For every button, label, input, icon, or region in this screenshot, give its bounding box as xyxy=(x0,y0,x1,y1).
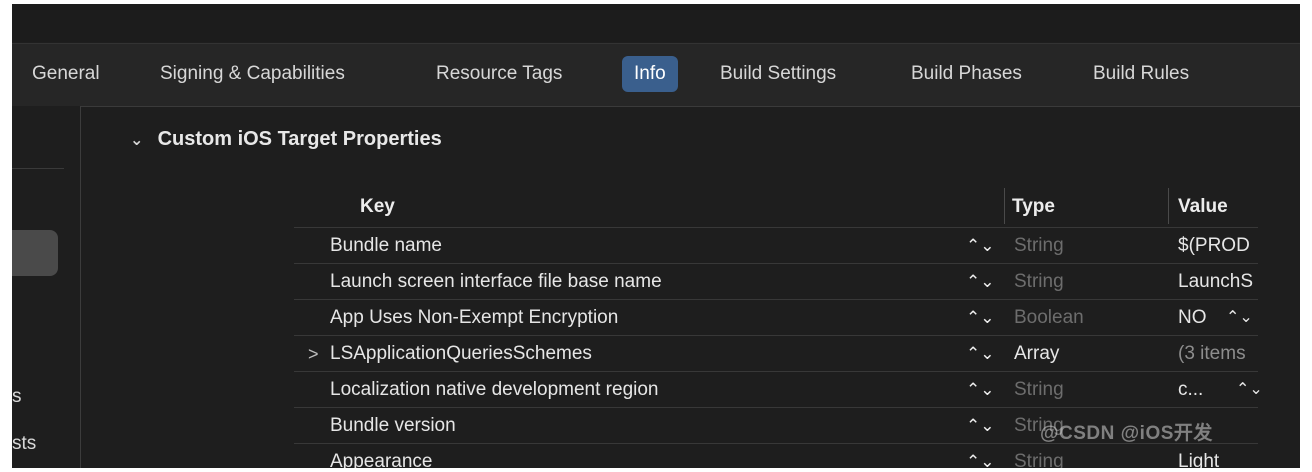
watermark: @CSDN @iOS开发 xyxy=(1040,423,1213,444)
xcode-window: General Signing & Capabilities Resource … xyxy=(12,4,1300,468)
column-header-value[interactable]: Value xyxy=(1178,190,1228,224)
stepper-icon[interactable]: ⌃⌄ xyxy=(966,264,995,300)
stepper-icon[interactable]: ⌃⌄ xyxy=(966,228,995,264)
chevron-down-icon[interactable]: ⌄ xyxy=(130,126,152,156)
stepper-icon[interactable]: ⌃⌄ xyxy=(966,444,995,468)
value-stepper-icon[interactable]: ⌃⌄ xyxy=(1226,300,1253,336)
row-type: String xyxy=(1014,271,1064,292)
column-separator[interactable] xyxy=(1168,188,1169,224)
value-stepper-icon[interactable]: ⌃⌄ xyxy=(1236,372,1263,408)
stepper-icon[interactable]: ⌃⌄ xyxy=(966,300,995,336)
row-type: String xyxy=(1014,379,1064,400)
section-custom-ios-target-properties[interactable]: ⌄ Custom iOS Target Properties xyxy=(130,124,442,154)
table-row[interactable]: Bundle name ⌃⌄ String $(PROD xyxy=(294,228,1300,264)
stepper-icon[interactable]: ⌃⌄ xyxy=(966,408,995,444)
table-row[interactable]: Localization native development region ⌃… xyxy=(294,372,1300,408)
sidebar-separator xyxy=(12,168,64,169)
chevron-right-icon[interactable]: > xyxy=(308,336,319,372)
editor-tab-bar: General Signing & Capabilities Resource … xyxy=(12,43,1300,107)
row-value[interactable]: Light xyxy=(1178,444,1258,468)
column-header-type[interactable]: Type xyxy=(1012,190,1055,224)
row-key[interactable]: App Uses Non-Exempt Encryption xyxy=(330,300,618,336)
table-row[interactable]: Launch screen interface file base name ⌃… xyxy=(294,264,1300,300)
tab-signing-capabilities[interactable]: Signing & Capabilities xyxy=(160,56,345,92)
row-key[interactable]: LSApplicationQueriesSchemes xyxy=(330,336,592,372)
sidebar-selected-item[interactable] xyxy=(12,230,58,276)
toolbar xyxy=(12,4,1300,42)
row-type: String xyxy=(1014,451,1064,468)
column-header-key[interactable]: Key xyxy=(360,190,395,224)
tab-resource-tags[interactable]: Resource Tags xyxy=(436,56,562,92)
targets-sidebar xyxy=(12,106,81,468)
row-key[interactable]: Appearance xyxy=(330,444,432,468)
section-title: Custom iOS Target Properties xyxy=(157,128,442,150)
tab-build-phases[interactable]: Build Phases xyxy=(911,56,1022,92)
tab-build-settings[interactable]: Build Settings xyxy=(720,56,836,92)
row-key[interactable]: Localization native development region xyxy=(330,372,659,408)
table-row[interactable]: App Uses Non-Exempt Encryption ⌃⌄ Boolea… xyxy=(294,300,1300,336)
row-type: Boolean xyxy=(1014,307,1084,328)
stepper-icon[interactable]: ⌃⌄ xyxy=(966,336,995,372)
row-value[interactable]: LaunchS xyxy=(1178,264,1258,300)
stepper-icon[interactable]: ⌃⌄ xyxy=(966,372,995,408)
table-row[interactable]: > LSApplicationQueriesSchemes ⌃⌄ Array (… xyxy=(294,336,1300,372)
row-key[interactable]: Bundle name xyxy=(330,228,442,264)
row-value[interactable]: $(PROD xyxy=(1178,228,1258,264)
row-type: String xyxy=(1014,235,1064,256)
tab-build-rules[interactable]: Build Rules xyxy=(1093,56,1189,92)
row-type: Array xyxy=(1014,343,1060,364)
sidebar-divider xyxy=(80,106,81,468)
row-key[interactable]: Launch screen interface file base name xyxy=(330,264,662,300)
tab-general[interactable]: General xyxy=(32,56,100,92)
sidebar-item-label[interactable]: s xyxy=(12,386,22,408)
sidebar-item-label[interactable]: sts xyxy=(12,433,36,455)
column-separator[interactable] xyxy=(1004,188,1005,224)
table-row[interactable]: Appearance ⌃⌄ String Light xyxy=(294,444,1300,468)
row-value: (3 items xyxy=(1178,343,1246,364)
row-key[interactable]: Bundle version xyxy=(330,408,456,444)
tab-info[interactable]: Info xyxy=(622,56,678,92)
